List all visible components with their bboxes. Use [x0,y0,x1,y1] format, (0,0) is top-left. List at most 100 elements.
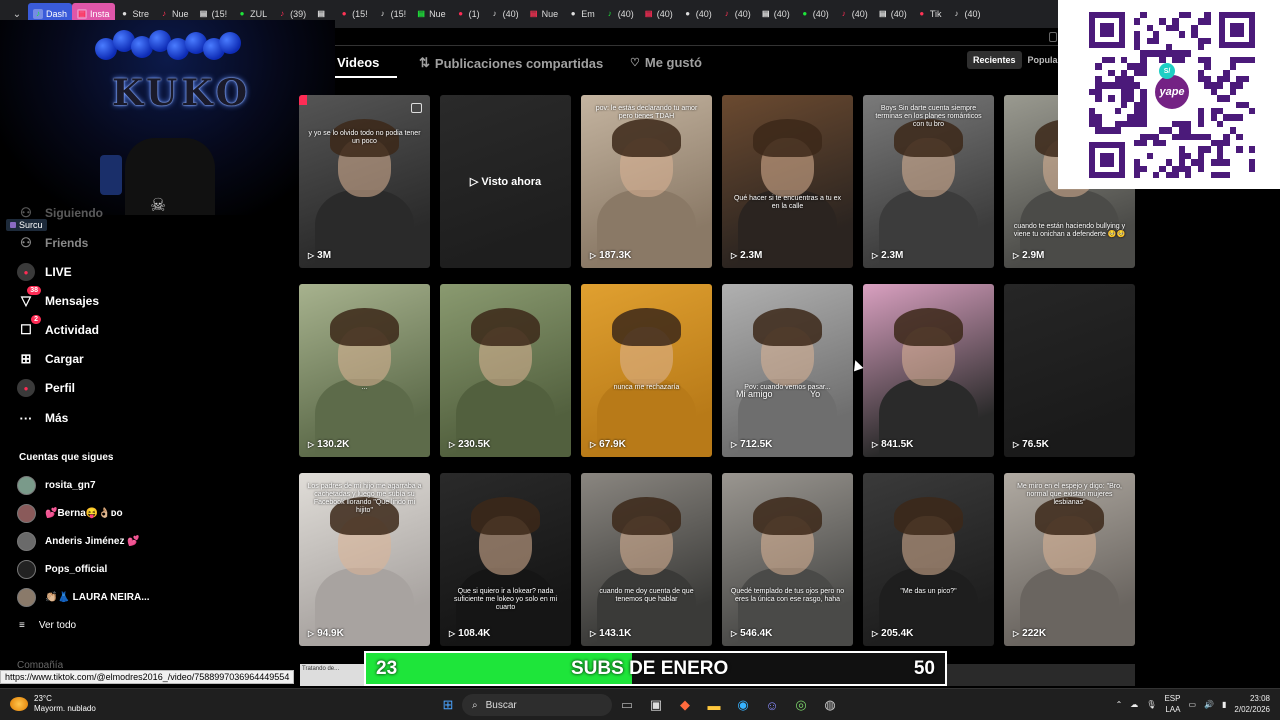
discord-icon[interactable]: ☺ [762,695,782,715]
qr-module [1236,82,1243,89]
partial-video-card[interactable] [947,664,1135,686]
onedrive-icon[interactable]: ☁ [1130,700,1138,709]
browser-tab[interactable]: ♪ (15! [373,3,412,25]
following-account[interactable]: Pops_official [17,559,107,579]
view-count-value: 230.5K [458,439,491,450]
following-account[interactable]: 💕Berna😝👌🏼ᴅᴏ [17,503,123,523]
sidebar-item-label: Mensajes [45,294,100,308]
company-link[interactable]: Compañía [17,660,63,668]
video-card[interactable]: cuando me doy cuenta de que tenemos que … [581,473,712,646]
browser-tab[interactable]: ● Em [563,3,600,25]
obs-icon[interactable]: ◎ [791,695,811,715]
store-icon[interactable]: ▣ [646,695,666,715]
browser-tab[interactable]: ● Tik [912,3,947,25]
following-account[interactable]: rosita_gn7 [17,475,96,495]
video-card[interactable]: Pov: cuando vemos pasar... Mi amigo Yo ▷ 712… [722,284,853,457]
video-card[interactable]: Boys Sin darte cuenta siempre terminas e… [863,95,994,268]
browser-tab[interactable]: ▤ (40) [756,3,795,25]
video-card[interactable]: y yo se lo olvido todo no podia tener un… [299,95,430,268]
sidebar-item-siguiendo[interactable]: ⚇ Siguiendo [17,202,103,224]
taskbar-search[interactable]: ⌕ Buscar [462,694,612,716]
browser-tab-label: (40) [656,9,673,19]
browser-tab[interactable]: ♪ (40) [600,3,639,25]
browser-tab[interactable]: ♪ (40) [834,3,873,25]
sidebar-item-cargar[interactable]: ⊞ Cargar [17,348,84,370]
windows-start-icon[interactable]: ⊞ [438,695,458,715]
clock[interactable]: 23:08 2/02/2026 [1234,693,1270,715]
browser-tab[interactable]: ● (40) [678,3,717,25]
volume-icon[interactable]: 🔊 [1204,700,1214,709]
office-icon[interactable]: ◆ [675,695,695,715]
avatar [17,587,36,607]
video-card[interactable]: ▷ 230.5K [440,284,571,457]
sidebar-item-live[interactable]: ● LIVE [17,261,72,283]
sidebar-item-mensajes[interactable]: ▽ 38 Mensajes [17,286,100,312]
video-card[interactable]: nunca me rechazaría ▷ 67.9K [581,284,712,457]
view-count-value: 222K [1022,628,1047,639]
thumbnail-figure [753,497,822,536]
video-card[interactable]: pov: le estás declarando tu amor pero ti… [581,95,712,268]
video-card[interactable]: ... ▷ 130.2K [299,284,430,457]
task-view-icon[interactable]: ▭ [617,695,637,715]
mic-icon[interactable]: 🎙 [1146,700,1156,709]
browser-tab[interactable]: ▤ (40) [639,3,678,25]
sidebar-item-actividad[interactable]: ☐ 2 Actividad [17,315,100,341]
view-count: ▷ 712.5K [731,439,772,450]
browser-tab[interactable]: ▤ (40) [873,3,912,25]
browser-tab[interactable]: ▤ Nue [524,3,564,25]
network-icon[interactable]: ▭ [1188,700,1196,709]
video-card[interactable]: Me miro en el espejo y digo: "Bro, norma… [1004,473,1135,646]
video-card[interactable]: ▷ Visto ahora [440,95,571,268]
language-indicator[interactable]: ESP LAA [1164,693,1180,715]
webcam-person [125,138,215,215]
tab-list-chevron-icon[interactable]: ⌄ [6,9,28,20]
browser-tab[interactable]: ● (15! [334,3,373,25]
sidebar-item-friends[interactable]: ⚇ Friends [17,232,88,254]
tab-favicon-icon: ● [919,9,925,18]
video-overlay-label: Yo [810,389,821,399]
sidebar-item-label: Actividad [45,323,100,337]
notification-badge: 38 [27,286,41,295]
browser-tab[interactable]: ♪ (40) [946,3,985,25]
weather-widget[interactable]: 23°C Mayorm. nublado [10,694,96,714]
video-card[interactable]: Qué hacer si te encuentras a tu ex en la… [722,95,853,268]
qr-module [1121,101,1128,108]
following-account[interactable]: Anderis Jiménez 💕 [17,531,140,551]
qr-module [1133,172,1141,179]
battery-icon[interactable]: ▮ [1222,700,1226,709]
sort-recent-button[interactable]: Recientes [967,51,1022,69]
edge-icon[interactable]: ◉ [733,695,753,715]
qr-module [1236,133,1243,140]
play-icon: ▷ [731,251,738,260]
browser-tab-label: Nue [429,9,446,19]
tab-videos[interactable]: Videos [337,55,379,70]
sidebar-item-label: Más [45,411,69,425]
tab-reposts[interactable]: ⇅ Publicaciones compartidas [419,55,603,71]
file-explorer-icon[interactable]: ▬ [704,695,724,715]
video-card[interactable]: Quedé templado de tus ojos pero no eres … [722,473,853,646]
qr-module [1140,140,1147,147]
browser-tab[interactable]: ● (1) [451,3,485,25]
browser-tab[interactable]: ♪ (40) [717,3,756,25]
following-account[interactable]: 👏🏼👗 LAURA NEIRA... [17,587,150,607]
video-card[interactable]: Que si quiero ir a lokear? nada suficien… [440,473,571,646]
video-card[interactable]: ▷ 841.5K [863,284,994,457]
browser-tab[interactable]: ▤ Nue [411,3,451,25]
video-card[interactable]: ▷ 76.5K [1004,284,1135,457]
browser-tab[interactable]: ● (40) [795,3,834,25]
weather-cloud-icon [10,697,28,711]
browser-tab[interactable]: ♪ (40) [485,3,524,25]
see-all-button[interactable]: ≡ Ver todo [19,620,76,631]
video-card[interactable]: Los padres de mi hijo me agarraba a cach… [299,473,430,646]
sidebar-item-ms[interactable]: ··· Más [17,407,69,429]
avatar [17,475,36,495]
qr-module [1249,146,1256,153]
sidebar-item-perfil[interactable]: ● Perfil [17,377,75,399]
chrome-icon[interactable]: ◍ [820,695,840,715]
sidebar-toggle-icon[interactable] [1049,32,1057,42]
tab-favicon-icon: ♪ [492,9,497,18]
tray-chevron-icon[interactable]: ⌃ [1116,700,1123,709]
partial-video-card[interactable]: Tratando de... [300,664,364,686]
tab-liked[interactable]: ♡ Me gustó [630,55,702,70]
video-card[interactable]: "Me das un pico?" ▷ 205.4K [863,473,994,646]
